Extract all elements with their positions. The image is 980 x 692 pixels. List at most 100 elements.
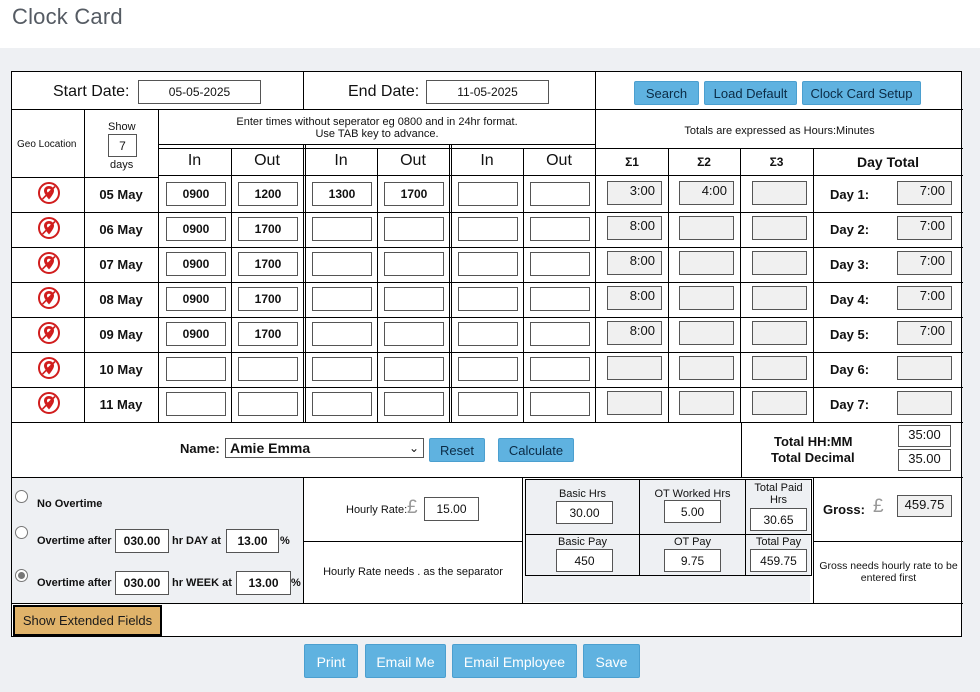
day-label: Day 6: [830,362,870,377]
overtime-day-hours-input[interactable] [115,529,169,553]
time-in3-input[interactable] [458,322,518,346]
time-in1-input[interactable] [166,357,226,381]
time-out2-input[interactable] [384,182,444,206]
time-in3-input[interactable] [458,252,518,276]
email-me-button[interactable]: Email Me [365,644,446,678]
show-extended-fields-button[interactable]: Show Extended Fields [13,605,162,636]
search-button[interactable]: Search [634,81,699,105]
geo-location-icon[interactable] [38,287,60,309]
end-date-input[interactable] [426,80,549,104]
time-in1-input[interactable] [166,252,226,276]
row-date: 07 May [99,257,143,272]
time-out2-input[interactable] [384,322,444,346]
overtime-week-percent-input[interactable] [236,571,291,595]
show-days-input[interactable] [108,134,137,157]
time-out3-input[interactable] [530,287,590,311]
total-hhmm-value: 35:00 [898,425,951,447]
time-out3-input[interactable] [530,182,590,206]
total-paid-hrs-label-2: Hrs [769,494,788,506]
in-header-3: In [480,152,494,169]
overtime-week-radio[interactable] [15,569,28,582]
reset-button[interactable]: Reset [429,438,485,462]
hourly-rate-input[interactable] [424,497,479,521]
time-in3-input[interactable] [458,287,518,311]
time-out1-input[interactable] [238,182,298,206]
time-out1-input[interactable] [238,287,298,311]
load-default-button[interactable]: Load Default [704,81,797,105]
time-in2-input[interactable] [312,357,372,381]
time-out2-input[interactable] [384,217,444,241]
time-out3-input[interactable] [530,252,590,276]
day-label: Day 5: [830,327,870,342]
time-out2-input[interactable] [384,392,444,416]
print-button[interactable]: Print [304,644,358,678]
overtime-day-label: Overtime after [37,535,112,547]
time-in2-input[interactable] [312,252,372,276]
time-in2-input[interactable] [312,392,372,416]
email-employee-button[interactable]: Email Employee [452,644,577,678]
time-out3-input[interactable] [530,357,590,381]
time-in1-input[interactable] [166,392,226,416]
sum3-header: Σ3 [769,155,784,169]
no-overtime-radio[interactable] [15,490,28,503]
sum-s1-value: 8:00 [607,321,662,345]
sum-s3-value [752,391,807,415]
total-pay-label: Total Pay [755,536,802,548]
geo-location-icon[interactable] [38,217,60,239]
name-select[interactable]: Amie Emma ⌄ [225,438,424,458]
time-in2-input[interactable] [312,322,372,346]
time-in3-input[interactable] [458,217,518,241]
time-out1-input[interactable] [238,322,298,346]
percent-sign-day: % [280,535,290,547]
time-in2-input[interactable] [312,182,372,206]
out-header-2: Out [400,152,426,169]
time-out1-input[interactable] [238,252,298,276]
time-out3-input[interactable] [530,392,590,416]
geo-location-icon[interactable] [38,322,60,344]
time-in2-input[interactable] [312,287,372,311]
basic-pay-input[interactable] [556,549,613,572]
time-in1-input[interactable] [166,182,226,206]
time-in2-input[interactable] [312,217,372,241]
ot-pay-input[interactable] [664,549,721,572]
time-out1-input[interactable] [238,357,298,381]
overtime-day-percent-input[interactable] [226,529,279,553]
show-label: Show [108,121,136,133]
sum-s3-value [752,356,807,380]
sum-s2-value [679,321,734,345]
time-out2-input[interactable] [384,287,444,311]
time-out2-input[interactable] [384,252,444,276]
time-out3-input[interactable] [530,217,590,241]
overtime-day-radio[interactable] [15,526,28,539]
ot-worked-hrs-input[interactable] [664,500,721,523]
save-button[interactable]: Save [583,644,640,678]
time-in3-input[interactable] [458,182,518,206]
name-select-value: Amie Emma [230,440,311,456]
total-paid-hrs-input[interactable] [750,508,807,531]
overtime-week-hours-input[interactable] [115,571,169,595]
basic-hrs-input[interactable] [556,501,613,524]
geo-location-icon[interactable] [38,392,60,414]
hourly-rate-note: Hourly Rate needs . as the separator [323,566,503,578]
geo-location-icon[interactable] [38,252,60,274]
day-total-value: 7:00 [897,251,952,275]
sum-s1-value: 8:00 [607,286,662,310]
clock-card-setup-button[interactable]: Clock Card Setup [802,81,921,105]
time-in3-input[interactable] [458,357,518,381]
time-in1-input[interactable] [166,217,226,241]
time-out1-input[interactable] [238,392,298,416]
geo-location-icon[interactable] [38,182,60,204]
time-out1-input[interactable] [238,217,298,241]
row-date: 05 May [99,187,143,202]
geo-location-icon[interactable] [38,357,60,379]
calculate-button[interactable]: Calculate [498,438,574,462]
time-in3-input[interactable] [458,392,518,416]
start-date-input[interactable] [138,80,261,104]
time-out3-input[interactable] [530,322,590,346]
time-in1-input[interactable] [166,322,226,346]
time-in1-input[interactable] [166,287,226,311]
time-out2-input[interactable] [384,357,444,381]
sum-s3-value [752,286,807,310]
total-pay-input[interactable] [750,549,807,572]
days-label: days [110,159,134,171]
